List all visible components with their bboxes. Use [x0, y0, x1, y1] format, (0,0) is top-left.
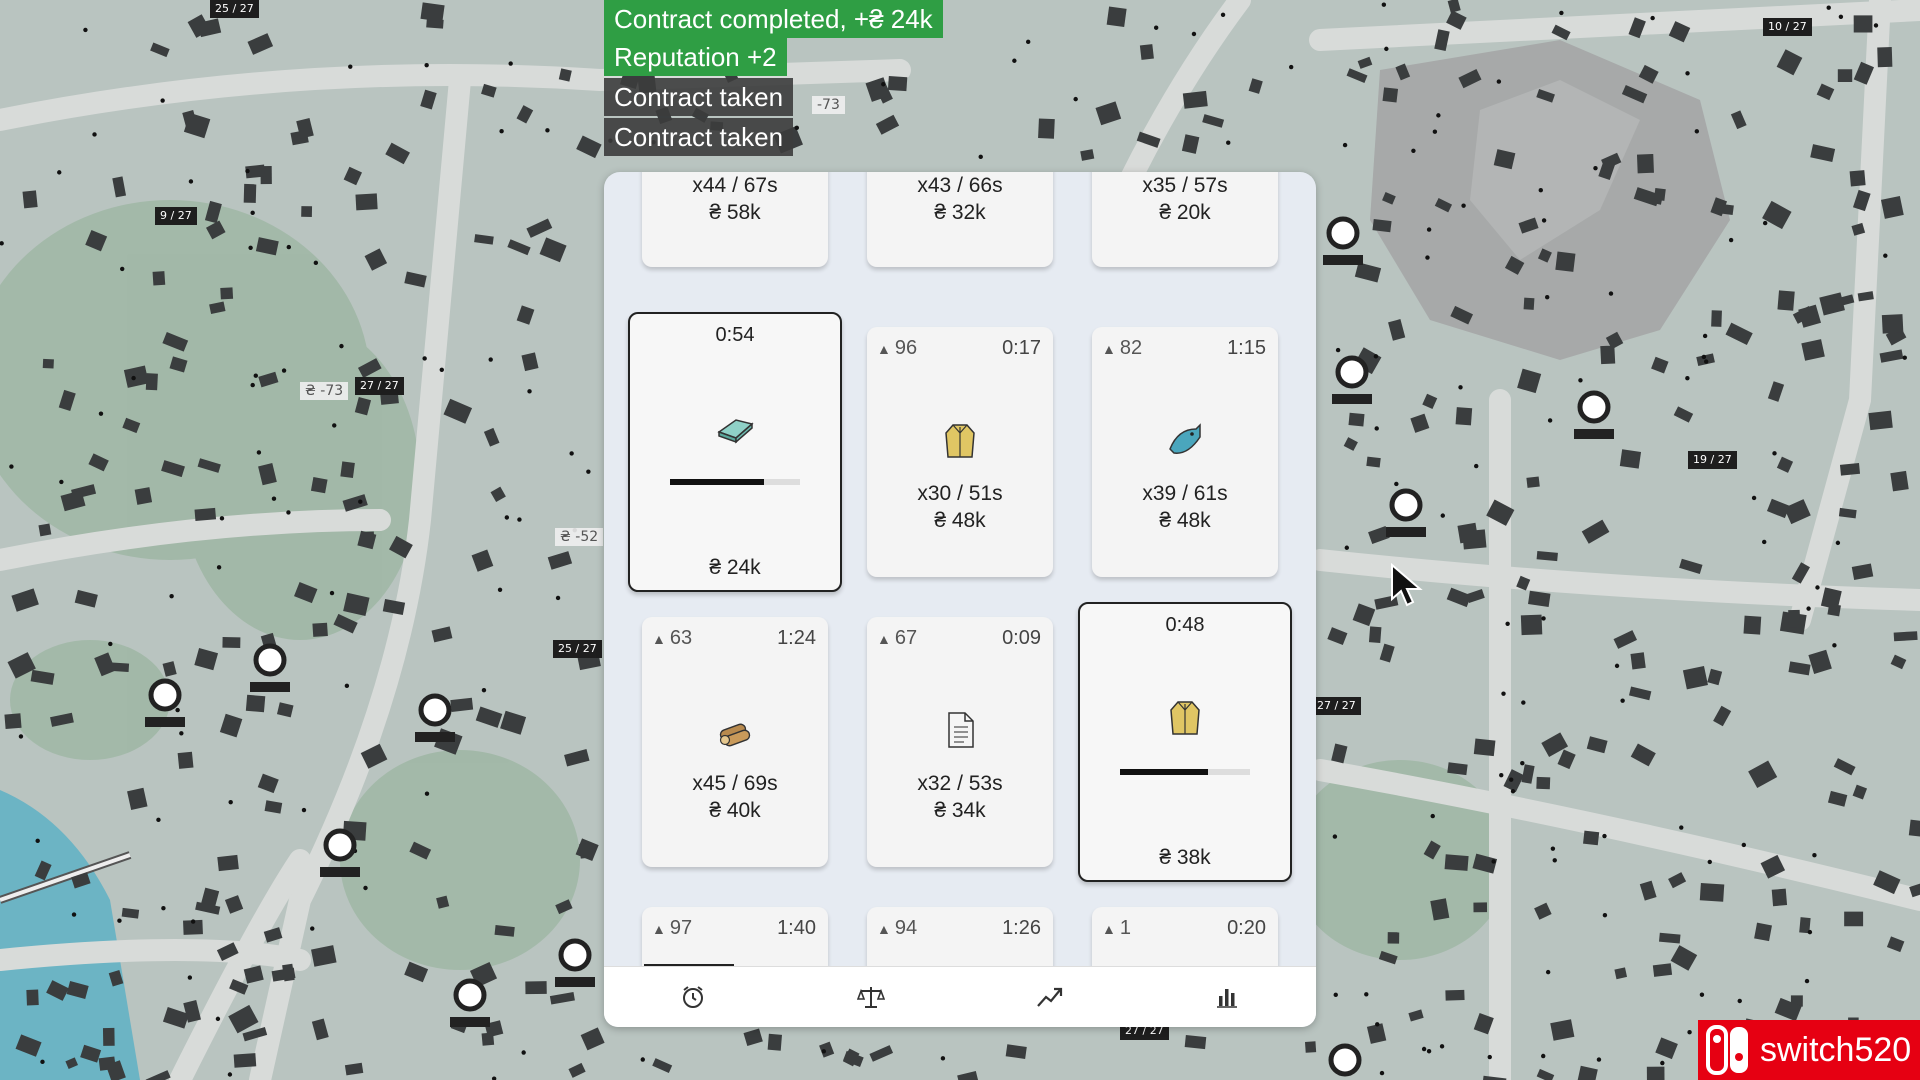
contract-timer: 0:20	[1227, 917, 1266, 939]
document-icon	[948, 712, 974, 748]
contract-price: ₴ 48k	[934, 509, 986, 532]
contract-price: ₴ 38k	[1159, 846, 1211, 869]
contract-progress-bar	[1120, 769, 1250, 775]
contract-timer: 0:54	[715, 324, 755, 346]
contract-price: ₴ 32k	[934, 201, 986, 224]
contract-card[interactable]: x43 / 66s ₴ 32k	[867, 172, 1053, 267]
contract-price: ₴ 40k	[709, 799, 761, 822]
notification-contract-taken: Contract taken	[604, 118, 794, 156]
reputation-requirement: ▲ 82	[1102, 337, 1143, 359]
alarm-clock-icon	[683, 986, 703, 1008]
contract-price: ₴ 20k	[1159, 201, 1211, 224]
map-counter-label: 25 / 27	[210, 0, 259, 18]
contract-price: ₴ 24k	[709, 556, 761, 579]
active-contract-card[interactable]: 0:54 ₴ 24k	[628, 312, 842, 592]
tab-trade[interactable]	[841, 975, 901, 1019]
tab-contracts[interactable]	[663, 975, 723, 1019]
contract-quantity: x43 / 66s	[917, 174, 1003, 197]
contract-quantity: x30 / 51s	[917, 482, 1003, 505]
contract-price: ₴ 58k	[709, 201, 761, 224]
notification-contract-taken: Contract taken	[604, 78, 794, 116]
contract-quantity: x44 / 67s	[692, 174, 778, 197]
reputation-requirement: ▲ 1	[1102, 917, 1131, 939]
steel-ingot-icon	[717, 419, 754, 444]
contract-price: ₴ 48k	[1159, 509, 1211, 532]
triangle-up-icon: ▲	[1102, 341, 1116, 357]
contract-timer: 1:40	[777, 917, 816, 939]
reputation-requirement: ▲ 67	[877, 627, 918, 649]
coat-icon	[1170, 701, 1200, 735]
scales-icon	[857, 987, 885, 1008]
reputation-requirement: ▲ 96	[877, 337, 918, 359]
notification-contract-completed: Contract completed, +₴ 24k	[604, 0, 943, 38]
contract-quantity: x45 / 69s	[692, 772, 778, 795]
trend-up-icon	[1037, 987, 1063, 1007]
contract-timer: 1:24	[777, 627, 816, 649]
map-counter-label: 25 / 27	[553, 640, 602, 658]
triangle-up-icon: ▲	[652, 631, 666, 647]
tab-trends[interactable]	[1019, 975, 1079, 1019]
coat-icon	[945, 424, 975, 458]
triangle-up-icon: ▲	[877, 921, 891, 937]
contract-card[interactable]: ▲ 96 0:17 x30 / 51s ₴ 48k	[867, 327, 1053, 577]
contract-quantity: x32 / 53s	[917, 772, 1003, 795]
map-cost-label: ₴ -73	[300, 382, 349, 400]
contract-quantity: x35 / 57s	[1142, 174, 1228, 197]
panel-tab-bar	[604, 966, 1316, 1027]
watermark-text: switch520	[1760, 1030, 1912, 1069]
reputation-requirement: ▲ 97	[652, 917, 693, 939]
watermark: switch520	[1698, 1020, 1920, 1080]
contract-card[interactable]: ▲ 82 1:15 x39 / 61s ₴ 48k	[1092, 327, 1278, 577]
tab-statistics[interactable]	[1197, 975, 1257, 1019]
map-cost-label: ₴ -52	[555, 528, 604, 546]
fish-icon	[1169, 423, 1201, 454]
contract-timer: 1:15	[1227, 337, 1266, 359]
contract-timer: 0:48	[1165, 614, 1205, 636]
contract-quantity: x39 / 61s	[1142, 482, 1228, 505]
mouse-cursor-icon	[1391, 563, 1423, 607]
map-counter-label: 10 / 27	[1763, 18, 1812, 36]
reputation-requirement: ▲ 63	[652, 627, 693, 649]
reputation-requirement: ▲ 94	[877, 917, 918, 939]
triangle-up-icon: ▲	[877, 341, 891, 357]
triangle-up-icon: ▲	[1102, 921, 1116, 937]
triangle-up-icon: ▲	[877, 631, 891, 647]
map-counter-label: 27 / 27	[355, 377, 404, 395]
triangle-up-icon: ▲	[652, 921, 666, 937]
switch-logo-icon	[1706, 1025, 1748, 1075]
contract-card[interactable]: ▲ 67 0:09 x32 / 53s ₴ 34k	[867, 617, 1053, 867]
contract-timer: 1:26	[1002, 917, 1041, 939]
contract-timer: 0:17	[1002, 337, 1041, 359]
contracts-panel: x44 / 67s ₴ 58k x43 / 66s ₴ 32k x35 / 57…	[604, 172, 1316, 1027]
notification-reputation: Reputation +2	[604, 38, 787, 76]
contract-card[interactable]: x35 / 57s ₴ 20k	[1092, 172, 1278, 267]
contract-card[interactable]: x44 / 67s ₴ 58k	[642, 172, 828, 267]
contract-price: ₴ 34k	[934, 799, 986, 822]
map-counter-label: 19 / 27	[1688, 451, 1737, 469]
map-counter-label: 27 / 27	[1312, 697, 1361, 715]
bar-chart-icon	[1217, 989, 1237, 1008]
contract-timer: 0:09	[1002, 627, 1041, 649]
contract-card[interactable]: ▲ 63 1:24 x45 / 69s ₴ 40k	[642, 617, 828, 867]
active-contract-card[interactable]: 0:48 ₴ 38k	[1078, 602, 1292, 882]
logs-icon	[719, 723, 751, 747]
map-counter-label: 9 / 27	[155, 207, 197, 225]
contract-progress-bar	[670, 479, 800, 485]
map-cost-label: -73	[812, 96, 845, 114]
